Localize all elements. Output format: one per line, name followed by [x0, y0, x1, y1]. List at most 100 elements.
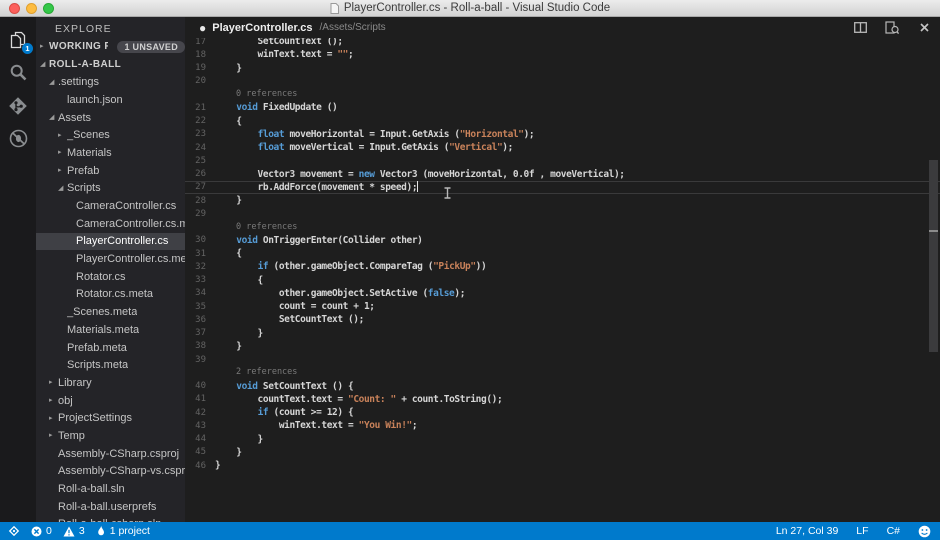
tree-item-temp[interactable]: ▸Temp: [36, 427, 185, 445]
tree-item-assembly-csharp-vs-csproj[interactable]: Assembly-CSharp-vs.csproj: [36, 463, 185, 481]
tree-item-materials[interactable]: ▸Materials: [36, 144, 185, 162]
code-line[interactable]: 39: [185, 353, 940, 366]
code-line[interactable]: 28 }: [185, 194, 940, 207]
tree-item-obj[interactable]: ▸obj: [36, 392, 185, 410]
traffic-light-maximize-button[interactable]: [43, 3, 54, 14]
tree-item-playercontroller-cs[interactable]: PlayerController.cs: [36, 233, 185, 251]
code-line[interactable]: 41 countText.text = "Count: " + count.To…: [185, 393, 940, 406]
explorer-tab-button[interactable]: 1: [0, 23, 36, 56]
code-line[interactable]: 23 float moveHorizontal = Input.GetAxis …: [185, 128, 940, 141]
codelens-line[interactable]: 2 references: [185, 366, 940, 379]
warnings-status[interactable]: 3: [63, 525, 85, 537]
preview-button[interactable]: [884, 20, 900, 36]
code-line[interactable]: 44 }: [185, 433, 940, 446]
twistie-collapsed-icon[interactable]: ▸: [49, 397, 58, 404]
split-editor-button[interactable]: [852, 20, 868, 36]
omnisharp-select-button[interactable]: [8, 525, 20, 537]
codelens-line[interactable]: 0 references: [185, 221, 940, 234]
twistie-expanded-icon[interactable]: ◢: [49, 79, 58, 86]
tree-item-projectsettings[interactable]: ▸ProjectSettings: [36, 409, 185, 427]
tree-item-working-files[interactable]: ▸WORKING FILES1 UNSAVED: [36, 38, 185, 56]
language-mode-status[interactable]: C#: [887, 525, 900, 537]
twistie-collapsed-icon[interactable]: ▸: [58, 149, 67, 156]
close-editor-button[interactable]: [916, 20, 932, 36]
cursor-position-status[interactable]: Ln 27, Col 39: [776, 525, 838, 537]
code-line[interactable]: 33 {: [185, 274, 940, 287]
code-line[interactable]: 45 }: [185, 446, 940, 459]
codelens-text: 0 references: [215, 88, 297, 101]
debug-tab-button[interactable]: [0, 122, 36, 155]
tree-item-prefab[interactable]: ▸Prefab: [36, 162, 185, 180]
token-plain: Vector3 movement =: [215, 169, 359, 180]
tree-item-playercontroller-cs-meta[interactable]: PlayerController.cs.meta: [36, 250, 185, 268]
code-line[interactable]: 32 if (other.gameObject.CompareTag ("Pic…: [185, 260, 940, 273]
twistie-collapsed-icon[interactable]: ▸: [58, 167, 67, 174]
code-line[interactable]: 21 void FixedUpdate (): [185, 101, 940, 114]
code-line[interactable]: 19 }: [185, 62, 940, 75]
code-line[interactable]: 35 count = count + 1;: [185, 300, 940, 313]
code-line[interactable]: 43 winText.text = "You Win!";: [185, 419, 940, 432]
twistie-collapsed-icon[interactable]: ▸: [49, 432, 58, 439]
line-number: 30: [185, 235, 215, 245]
code-line[interactable]: 40 void SetCountText () {: [185, 380, 940, 393]
tree-item-materials-meta[interactable]: Materials.meta: [36, 321, 185, 339]
code-line[interactable]: 24 float moveVertical = Input.GetAxis ("…: [185, 141, 940, 154]
twistie-collapsed-icon[interactable]: ▸: [49, 379, 58, 386]
eol-status[interactable]: LF: [856, 525, 868, 537]
code-line[interactable]: 26 Vector3 movement = new Vector3 (moveH…: [185, 168, 940, 181]
tree-item-rotator-cs[interactable]: Rotator.cs: [36, 268, 185, 286]
code-line[interactable]: 46}: [185, 459, 940, 472]
code-line[interactable]: 42 if (count >= 12) {: [185, 406, 940, 419]
tree-item-library[interactable]: ▸Library: [36, 374, 185, 392]
tree-item-prefab-meta[interactable]: Prefab.meta: [36, 339, 185, 357]
twistie-collapsed-icon[interactable]: ▸: [49, 415, 58, 422]
project-status[interactable]: 1 project: [96, 525, 150, 537]
tree-item--scenes[interactable]: ▸_Scenes: [36, 126, 185, 144]
git-tab-button[interactable]: [0, 89, 36, 122]
code-line[interactable]: 18 winText.text = "";: [185, 48, 940, 61]
twistie-collapsed-icon[interactable]: ▸: [58, 132, 67, 139]
tree-item-assets[interactable]: ◢Assets: [36, 109, 185, 127]
token-plain: {: [215, 275, 263, 286]
code-line[interactable]: 37 }: [185, 327, 940, 340]
twistie-expanded-icon[interactable]: ◢: [58, 185, 67, 192]
traffic-light-close-button[interactable]: [9, 3, 20, 14]
search-tab-button[interactable]: [0, 56, 36, 89]
twistie-expanded-icon[interactable]: ◢: [40, 61, 49, 68]
codelens-line[interactable]: 0 references: [185, 88, 940, 101]
tree-item-scripts-meta[interactable]: Scripts.meta: [36, 356, 185, 374]
tree-item-roll-a-ball-sln[interactable]: Roll-a-ball.sln: [36, 480, 185, 498]
twistie-collapsed-icon[interactable]: ▸: [40, 43, 49, 50]
code-line[interactable]: 27 rb.AddForce(movement * speed);: [185, 181, 940, 194]
tree-item-roll-a-ball-userprefs[interactable]: Roll-a-ball.userprefs: [36, 498, 185, 516]
tab-filename[interactable]: PlayerController.cs: [212, 22, 312, 34]
token-keyword: void: [236, 381, 257, 392]
code-line[interactable]: 31 {: [185, 247, 940, 260]
tree-item-scripts[interactable]: ◢Scripts: [36, 180, 185, 198]
token-plain: OnTriggerEnter(Collider other): [258, 235, 423, 246]
tree-item-assembly-csharp-csproj[interactable]: Assembly-CSharp.csproj: [36, 445, 185, 463]
tree-item-cameracontroller-cs-meta[interactable]: CameraController.cs.meta: [36, 215, 185, 233]
code-line[interactable]: 38 }: [185, 340, 940, 353]
code-line[interactable]: 29: [185, 207, 940, 220]
vertical-scrollbar-thumb[interactable]: [929, 160, 938, 352]
code-line[interactable]: 22 {: [185, 115, 940, 128]
traffic-light-minimize-button[interactable]: [26, 3, 37, 14]
code-line[interactable]: 25: [185, 154, 940, 167]
twistie-expanded-icon[interactable]: ◢: [49, 114, 58, 121]
tree-item-rotator-cs-meta[interactable]: Rotator.cs.meta: [36, 286, 185, 304]
code-line[interactable]: 34 other.gameObject.SetActive (false);: [185, 287, 940, 300]
tree-item-cameracontroller-cs[interactable]: CameraController.cs: [36, 197, 185, 215]
debug-disabled-icon: [8, 128, 29, 149]
code-line[interactable]: 36 SetCountText ();: [185, 313, 940, 326]
tree-item-roll-a-ball[interactable]: ◢ROLL-A-BALL: [36, 56, 185, 74]
code-line[interactable]: 30 void OnTriggerEnter(Collider other): [185, 234, 940, 247]
errors-status[interactable]: 0: [31, 525, 52, 537]
tree-item--scenes-meta[interactable]: _Scenes.meta: [36, 303, 185, 321]
feedback-button[interactable]: [918, 525, 931, 538]
code-line[interactable]: 20: [185, 75, 940, 88]
tree-item-launch-json[interactable]: launch.json: [36, 91, 185, 109]
tree-item--settings[interactable]: ◢.settings: [36, 73, 185, 91]
editor-title-bar[interactable]: ● PlayerController.cs /Assets/Scripts: [185, 17, 940, 38]
line-text: countText.text = "Count: " + count.ToStr…: [215, 393, 502, 406]
